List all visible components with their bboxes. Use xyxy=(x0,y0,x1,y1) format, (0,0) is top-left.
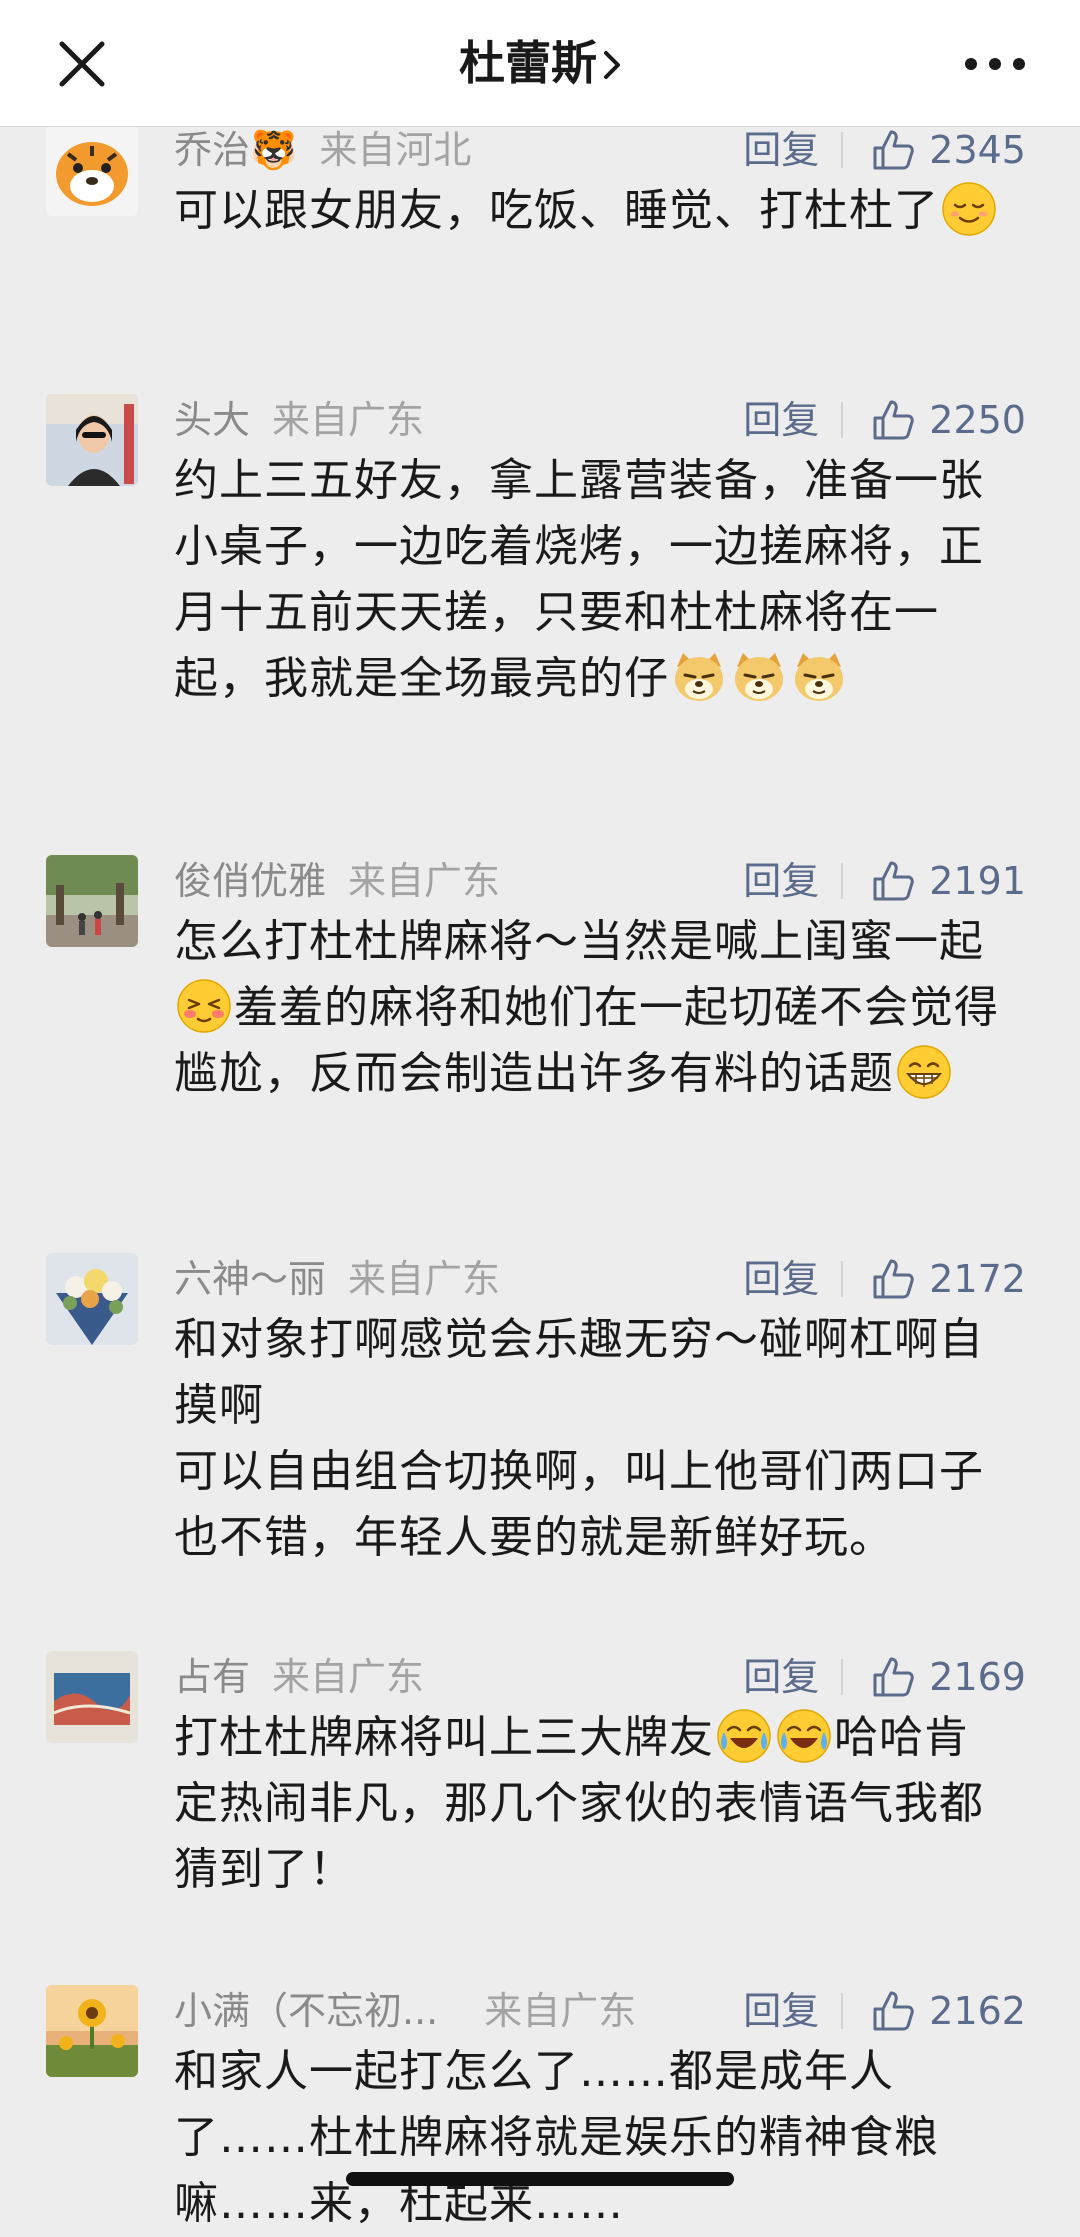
avatar[interactable] xyxy=(46,855,138,947)
comment-text: 打杜杜牌麻将叫上三大牌友 哈哈肯定热闹非凡，那几个家伙的表情语气我都猜到了！ xyxy=(174,1705,1006,1903)
comment-meta: 小满（不忘初... 来自广东 xyxy=(174,1981,636,2041)
user-location: 来自广东 xyxy=(272,398,425,442)
comment-actions: 回复 2345 xyxy=(743,120,1026,180)
relieved-emoji-icon xyxy=(942,182,996,236)
user-name[interactable]: 乔治🐯 xyxy=(174,128,297,172)
comment-meta: 俊俏优雅 来自广东 xyxy=(174,851,500,911)
user-name[interactable]: 六神～丽 xyxy=(174,1257,326,1301)
like-count: 2191 xyxy=(929,859,1026,903)
doge-emoji-icon xyxy=(675,653,723,701)
divider xyxy=(841,132,844,168)
comment-text-line: 和家人一起打怎么了……都是成年人了……杜杜牌麻将就是娱乐的精神食粮嘛……来，杜起… xyxy=(174,2046,939,2229)
user-name[interactable]: 占有 xyxy=(174,1655,250,1699)
comment-text: 可以跟女朋友，吃饭、睡觉、打杜杜了 xyxy=(174,178,1006,244)
thumbs-up-icon[interactable] xyxy=(871,859,915,903)
comment-text-line: 打杜杜牌麻将叫上三大牌友 xyxy=(174,1712,714,1763)
avatar[interactable] xyxy=(46,124,138,216)
divider xyxy=(841,1659,844,1695)
user-location: 来自广东 xyxy=(272,1655,425,1699)
shy-emoji-icon xyxy=(177,979,231,1033)
like-count: 2169 xyxy=(929,1655,1026,1699)
chevron-right-icon xyxy=(604,51,620,79)
comment-actions: 回复 2162 xyxy=(743,1981,1026,2041)
comment-meta: 占有 来自广东 xyxy=(174,1647,424,1707)
comment-text-line: 羞羞的麻将和她们在一起切磋不会觉得尴尬，反而会制造出许多有料的话题 xyxy=(174,982,999,1099)
thumbs-up-icon[interactable] xyxy=(871,1655,915,1699)
comment-text: 和家人一起打怎么了……都是成年人了……杜杜牌麻将就是娱乐的精神食粮嘛……来，杜起… xyxy=(174,2039,1006,2237)
comment-actions: 回复 2191 xyxy=(743,851,1026,911)
thumbs-up-icon[interactable] xyxy=(871,1989,915,2033)
comment-text-line: 约上三五好友，拿上露营装备，准备一张小桌子，一边吃着烧烤，一边搓麻将，正月十五前… xyxy=(174,455,984,704)
comment-text: 约上三五好友，拿上露营装备，准备一张小桌子，一边吃着烧烤，一边搓麻将，正月十五前… xyxy=(174,448,1006,712)
page-title[interactable]: 杜蕾斯 xyxy=(0,28,1080,98)
divider xyxy=(841,402,844,438)
reply-button[interactable]: 回复 xyxy=(743,1981,819,2041)
divider xyxy=(841,863,844,899)
reply-button[interactable]: 回复 xyxy=(743,390,819,450)
thumbs-up-icon[interactable] xyxy=(871,1257,915,1301)
like-count: 2172 xyxy=(929,1257,1026,1301)
user-location: 来自广东 xyxy=(348,1257,501,1301)
avatar[interactable] xyxy=(46,1985,138,2077)
comment-actions: 回复 2250 xyxy=(743,390,1026,450)
like-count: 2250 xyxy=(929,398,1026,442)
reply-button[interactable]: 回复 xyxy=(743,1249,819,1309)
home-indicator[interactable] xyxy=(346,2172,734,2186)
laugh-cry-emoji-icon xyxy=(777,1709,831,1763)
comment-text-line: 可以跟女朋友，吃饭、睡觉、打杜杜了 xyxy=(174,185,939,236)
avatar[interactable] xyxy=(46,1651,138,1743)
avatar[interactable] xyxy=(46,1253,138,1345)
comment-actions: 回复 2169 xyxy=(743,1647,1026,1707)
reply-button[interactable]: 回复 xyxy=(743,851,819,911)
comment-actions: 回复 2172 xyxy=(743,1249,1026,1309)
avatar[interactable] xyxy=(46,394,138,486)
like-count: 2162 xyxy=(929,1989,1026,2033)
reply-button[interactable]: 回复 xyxy=(743,1647,819,1707)
user-location: 来自广东 xyxy=(484,1989,637,2033)
divider xyxy=(841,1261,844,1297)
divider xyxy=(841,1993,844,2029)
comment-text-line: 和对象打啊感觉会乐趣无穷～碰啊杠啊自摸啊 xyxy=(174,1314,984,1431)
comment-text-line: 可以自由组合切换啊，叫上他哥们两口子也不错，年轻人要的就是新鲜好玩。 xyxy=(174,1446,984,1563)
user-location: 来自河北 xyxy=(319,128,472,172)
comment-text: 和对象打啊感觉会乐趣无穷～碰啊杠啊自摸啊 可以自由组合切换啊，叫上他哥们两口子也… xyxy=(174,1307,1006,1571)
page-title-text: 杜蕾斯 xyxy=(459,36,597,90)
user-location: 来自广东 xyxy=(348,859,501,903)
comment-text: 怎么打杜杜牌麻将～当然是喊上闺蜜一起羞羞的麻将和她们在一起切磋不会觉得尴尬，反而… xyxy=(174,909,1006,1107)
reply-button[interactable]: 回复 xyxy=(743,120,819,180)
doge-emoji-icon xyxy=(735,653,783,701)
thumbs-up-icon[interactable] xyxy=(871,128,915,172)
user-name[interactable]: 头大 xyxy=(174,398,250,442)
thumbs-up-icon[interactable] xyxy=(871,398,915,442)
more-icon[interactable] xyxy=(962,44,1028,84)
comment-meta: 六神～丽 来自广东 xyxy=(174,1249,500,1309)
user-name[interactable]: 俊俏优雅 xyxy=(174,859,326,903)
laugh-cry-emoji-icon xyxy=(717,1709,771,1763)
grin-emoji-icon xyxy=(897,1045,951,1099)
comment-text-line: 怎么打杜杜牌麻将～当然是喊上闺蜜一起 xyxy=(174,916,984,967)
comment-meta: 头大 来自广东 xyxy=(174,390,424,450)
like-count: 2345 xyxy=(929,128,1026,172)
doge-emoji-icon xyxy=(795,653,843,701)
comment-meta: 乔治🐯 来自河北 xyxy=(174,120,471,180)
top-bar: 杜蕾斯 xyxy=(0,0,1080,127)
user-name[interactable]: 小满（不忘初... xyxy=(174,1989,438,2033)
